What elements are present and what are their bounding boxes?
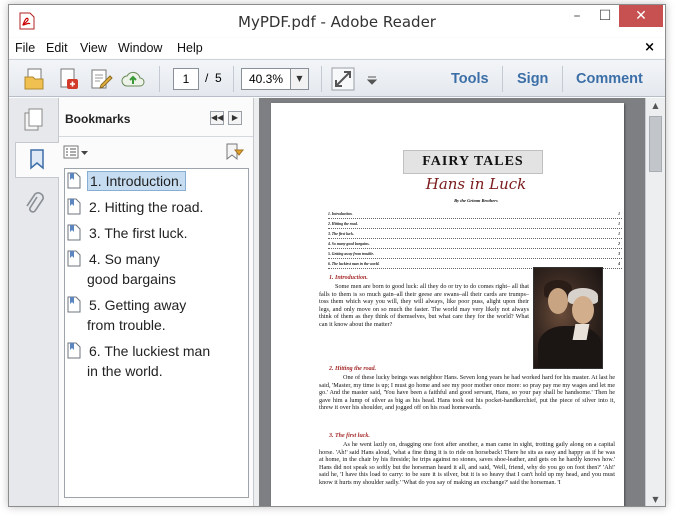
bookmark-page-icon xyxy=(67,172,81,189)
toolbar-separator xyxy=(562,66,563,92)
bookmark-label: 3. The first luck. xyxy=(89,225,188,241)
toolbar-separator xyxy=(233,66,234,92)
bookmark-page-icon xyxy=(67,342,81,359)
section-heading: 3. The first luck. xyxy=(329,433,370,439)
toc-row[interactable]: 3. The first luck. 1 xyxy=(328,229,622,239)
toc-page-number: 1 xyxy=(618,212,620,216)
toc-label: 6. The luckiest man in the world. xyxy=(328,262,380,266)
toc-page-number: 4 xyxy=(618,262,620,266)
bookmarks-panel: Bookmarks ◀◀ ▶ 1. Introduction. 2. Hittin… xyxy=(59,98,253,506)
bookmarks-tab[interactable] xyxy=(15,142,59,178)
bookmark-label: the world. xyxy=(101,363,163,379)
section-text: Some men are born to good luck: all they… xyxy=(319,283,529,328)
document-title: FAIRY TALES xyxy=(403,150,543,174)
toc-row[interactable]: 2. Hitting the road. 1 xyxy=(328,219,622,229)
expand-bookmarks-icon[interactable] xyxy=(223,141,245,163)
toc-page-number: 2 xyxy=(618,242,620,246)
bookmark-label: bargains xyxy=(122,271,176,287)
toc-page-number: 1 xyxy=(618,222,620,226)
bookmark-page-icon xyxy=(67,224,81,241)
zoom-input[interactable]: 40.3% xyxy=(241,68,291,90)
bookmark-page-icon xyxy=(67,198,81,215)
toolbar: 1 / 5 40.3% ▼ Tools Sign Comment xyxy=(9,59,665,97)
document-subtitle: Hans in Luck xyxy=(425,175,527,193)
page-thumbnails-tab[interactable] xyxy=(18,102,50,138)
bookmark-page-icon xyxy=(67,296,81,313)
vertical-scrollbar[interactable]: ▲ ▼ xyxy=(645,98,665,506)
bookmark-item[interactable]: 1. Introduction. xyxy=(67,171,247,191)
create-pdf-icon[interactable] xyxy=(57,67,81,91)
upload-cloud-icon[interactable] xyxy=(121,67,145,91)
total-pages: 5 xyxy=(215,71,222,85)
sign-link[interactable]: Sign xyxy=(517,71,548,87)
scroll-thumb[interactable] xyxy=(649,116,662,172)
paperclip-icon xyxy=(26,192,44,213)
tools-link[interactable]: Tools xyxy=(451,71,489,87)
toc-label: 3. The first luck. xyxy=(328,232,354,236)
current-page-input[interactable]: 1 xyxy=(173,68,199,90)
bookmarks-toolbar xyxy=(59,136,253,166)
bookmark-label: 2. Hitting the road. xyxy=(89,199,204,215)
toc-label: 1. Introduction. xyxy=(328,212,353,216)
bookmark-icon xyxy=(29,149,44,170)
bookmark-item[interactable]: 5. Getting away from trouble. xyxy=(67,295,247,335)
toc-label: 4. So many good bargains. xyxy=(328,242,370,246)
zoom-dropdown-button[interactable]: ▼ xyxy=(291,68,309,90)
menu-help[interactable]: Help xyxy=(177,41,203,55)
options-menu-icon[interactable] xyxy=(63,145,91,159)
pdf-page: FAIRY TALES Hans in Luck By the Grimm Br… xyxy=(271,103,624,506)
menu-bar: File Edit View Window Help × xyxy=(9,38,665,58)
bookmark-page-icon xyxy=(67,250,81,267)
bookmark-list: 1. Introduction. 2. Hitting the road. 3. T… xyxy=(64,168,249,498)
bookmark-item[interactable]: 6. The luckiest man in the world. xyxy=(67,341,247,381)
toolbar-separator xyxy=(321,66,322,92)
toc-page-number: 1 xyxy=(618,232,620,236)
open-file-icon[interactable] xyxy=(23,67,47,91)
page-thumbnails-icon xyxy=(24,108,43,131)
bookmark-item[interactable]: 3. The first luck. xyxy=(67,223,247,243)
reader-window: MyPDF.pdf - Adobe Reader – ☐ ✕ File Edit… xyxy=(8,4,666,507)
customize-toolbar-icon[interactable] xyxy=(365,67,379,91)
close-button[interactable]: ✕ xyxy=(619,5,663,27)
section-text: As he went lazily on, dragging one foot … xyxy=(319,441,615,486)
menu-file[interactable]: File xyxy=(15,41,35,55)
bookmark-label: 1. Introduction. xyxy=(87,171,186,191)
title-bar: MyPDF.pdf - Adobe Reader – ☐ ✕ xyxy=(9,5,665,37)
panel-next-button[interactable]: ▶ xyxy=(228,111,242,125)
bookmarks-panel-title: Bookmarks xyxy=(65,112,131,126)
toc-row[interactable]: 1. Introduction. 1 xyxy=(328,209,622,219)
toc-row[interactable]: 5. Getting away from trouble. 3 xyxy=(328,249,622,259)
toolbar-separator xyxy=(159,66,160,92)
document-view[interactable]: FAIRY TALES Hans in Luck By the Grimm Br… xyxy=(259,98,645,506)
toc-label: 5. Getting away from trouble. xyxy=(328,252,374,256)
page-separator: / xyxy=(205,71,209,85)
section-heading: 2. Hitting the road. xyxy=(329,366,377,372)
attachments-tab[interactable] xyxy=(18,186,50,222)
scroll-down-button[interactable]: ▼ xyxy=(646,492,665,506)
toc-label: 2. Hitting the road. xyxy=(328,222,358,226)
menu-view[interactable]: View xyxy=(80,41,107,55)
maximize-button[interactable]: ☐ xyxy=(591,5,619,27)
menu-window[interactable]: Window xyxy=(118,41,162,55)
collapse-panel-button[interactable]: ◀◀ xyxy=(210,111,224,125)
grimm-brothers-portrait xyxy=(533,267,603,369)
bookmark-item[interactable]: 4. So many good bargains xyxy=(67,249,247,289)
bookmark-label: trouble. xyxy=(119,317,166,333)
toc-page-number: 3 xyxy=(618,252,620,256)
navigation-pane-strip xyxy=(9,98,59,506)
document-byline: By the Grimm Brothers xyxy=(454,198,498,203)
toc-row[interactable]: 4. So many good bargains. 2 xyxy=(328,239,622,249)
close-document-icon[interactable]: × xyxy=(644,40,655,55)
toolbar-separator xyxy=(502,66,503,92)
section-heading: 1. Introduction. xyxy=(329,275,368,281)
scroll-up-button[interactable]: ▲ xyxy=(646,98,665,114)
bookmark-item[interactable]: 2. Hitting the road. xyxy=(67,197,247,217)
comment-link[interactable]: Comment xyxy=(576,71,643,87)
menu-edit[interactable]: Edit xyxy=(46,41,68,55)
fit-page-icon[interactable] xyxy=(331,67,355,91)
minimize-button[interactable]: – xyxy=(563,5,591,27)
section-text: One of these lucky beings was neighbor H… xyxy=(319,374,615,412)
edit-document-icon[interactable] xyxy=(89,67,113,91)
table-of-contents: 1. Introduction. 1 2. Hitting the road. 1 3.… xyxy=(328,209,622,269)
